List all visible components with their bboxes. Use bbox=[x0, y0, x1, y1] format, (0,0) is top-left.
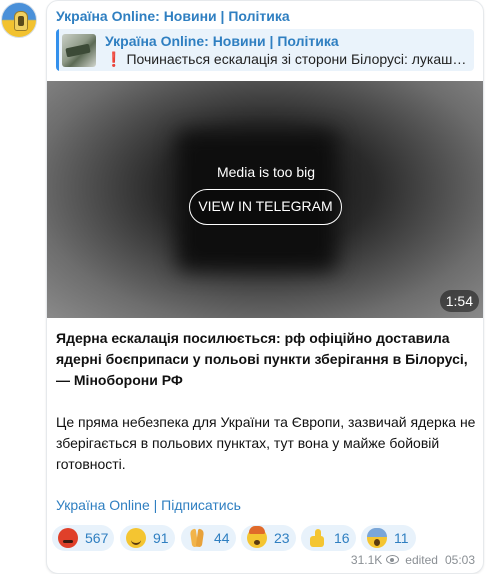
reply-snippet: Починається ескалація зі сторони Білорус… bbox=[126, 51, 467, 67]
reaction-scream[interactable]: 11 bbox=[361, 525, 416, 551]
reply-thumbnail bbox=[62, 34, 96, 67]
reaction-grin[interactable]: 91 bbox=[120, 525, 175, 551]
reaction-count: 23 bbox=[274, 530, 290, 546]
reaction-count: 567 bbox=[85, 530, 109, 546]
view-in-telegram-button[interactable]: VIEW IN TELEGRAM bbox=[189, 189, 342, 225]
message-meta: 31.1K edited 05:03 bbox=[351, 553, 475, 567]
reaction-count: 16 bbox=[334, 530, 350, 546]
message-bubble: Україна Online: Новини | Політика Україн… bbox=[46, 0, 484, 574]
post-body: Це пряма небезпека для України та Європи… bbox=[56, 414, 476, 472]
reaction-count: 44 bbox=[214, 530, 230, 546]
post-text: Ядерна ескалація посилюється: рф офіційн… bbox=[56, 328, 476, 475]
reply-accent-bar bbox=[56, 29, 59, 71]
media-too-big-notice: Media is too big bbox=[216, 164, 316, 180]
reaction-exploding-head[interactable]: 23 bbox=[241, 525, 296, 551]
edited-label: edited bbox=[405, 553, 438, 567]
avatar-emblem-detail-icon bbox=[18, 16, 24, 26]
grinning-face-icon bbox=[126, 528, 146, 548]
angry-face-icon bbox=[58, 528, 78, 548]
view-count: 31.1K bbox=[350, 553, 383, 567]
thumbs-up-icon bbox=[307, 528, 327, 548]
screaming-face-icon bbox=[367, 528, 387, 548]
folded-hands-icon bbox=[187, 528, 207, 548]
post-headline: Ядерна ескалація посилюється: рф офіційн… bbox=[56, 330, 468, 388]
eye-icon bbox=[386, 555, 400, 564]
channel-avatar[interactable] bbox=[1, 2, 37, 38]
reaction-angry[interactable]: 567 bbox=[52, 525, 114, 551]
reply-title: Україна Online: Новини | Політика bbox=[105, 33, 339, 49]
reaction-count: 91 bbox=[153, 530, 169, 546]
exclamation-icon: ❗ bbox=[105, 51, 123, 67]
message-time: 05:03 bbox=[444, 553, 475, 567]
subscribe-link[interactable]: Україна Online | Підписатись bbox=[56, 497, 241, 513]
media-preview: Media is too big VIEW IN TELEGRAM 1:54 bbox=[47, 81, 483, 318]
exploding-head-icon bbox=[247, 526, 267, 548]
reaction-pray[interactable]: 44 bbox=[181, 525, 236, 551]
reaction-count: 11 bbox=[394, 530, 409, 546]
video-duration: 1:54 bbox=[439, 290, 479, 312]
reply-text: ❗ Починається ескалація зі сторони Білору… bbox=[105, 51, 467, 68]
reply-preview[interactable]: Україна Online: Новини | Політика ❗ Почин… bbox=[56, 29, 474, 71]
reaction-thumbs-up[interactable]: 16 bbox=[301, 525, 356, 551]
channel-name[interactable]: Україна Online: Новини | Політика bbox=[56, 8, 290, 24]
